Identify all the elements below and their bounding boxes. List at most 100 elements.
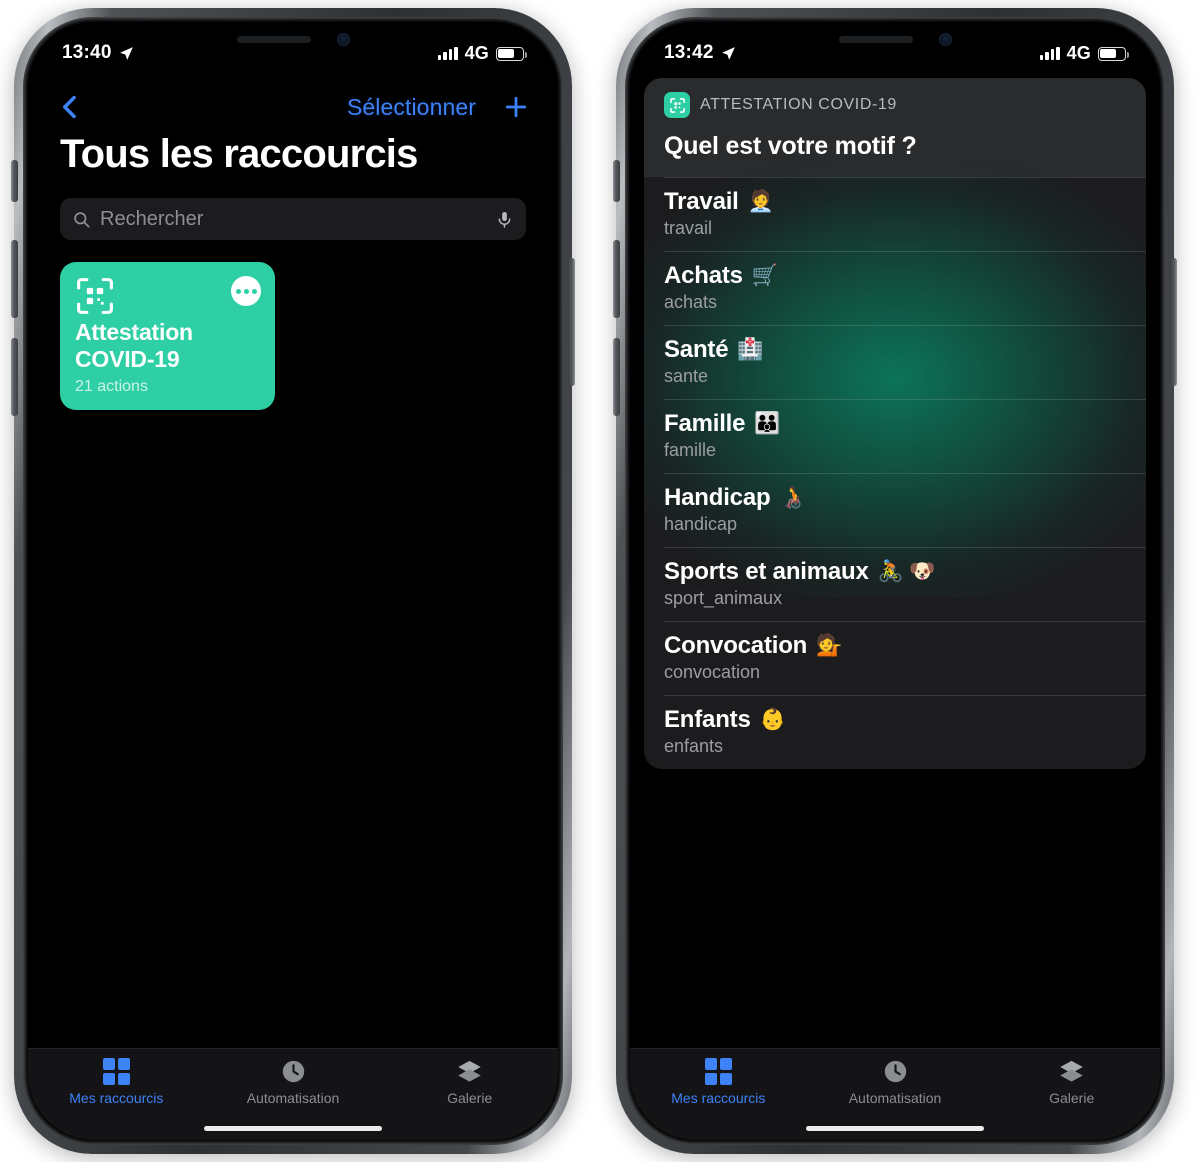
shortcut-more-button[interactable] [231,276,261,306]
option-title: Santé [664,336,729,363]
left-phone-device: 13:40 4G Sélectionner Tous les raccourci… [11,8,575,1154]
option-emoji: 🚴 🐶 [877,560,936,583]
menu-option-famille[interactable]: Famille 👪 famille [644,399,1146,473]
shortcut-title-line2: COVID-19 [75,346,180,373]
silent-switch[interactable] [11,160,18,202]
grid-icon [102,1058,130,1085]
qr-scanner-icon [77,278,113,314]
menu-option-handicap[interactable]: Handicap 🧑‍🦽 handicap [644,473,1146,547]
status-time: 13:42 [664,42,714,63]
option-title: Achats [664,262,743,289]
option-emoji: 🧑‍🦽 [779,486,806,509]
ellipsis-icon [235,288,241,294]
right-phone-device: 13:42 4G ATTESTATION COVID-19 Quel est v… [613,8,1177,1154]
tab-label: Mes raccourcis [69,1090,164,1106]
menu-app-row: ATTESTATION COVID-19 [664,92,1126,118]
layers-icon [1060,1060,1083,1082]
shortcut-action-count: 21 actions [75,378,148,395]
tab-label: Galerie [1049,1090,1095,1106]
option-emoji: 👶 [759,708,786,731]
front-camera-icon [938,32,952,46]
menu-question: Quel est votre motif ? [664,132,917,160]
option-title: Travail [664,188,739,215]
shortcut-card-attestation-covid-19[interactable]: Attestation COVID-19 21 actions [60,262,275,410]
option-emoji: 🏥 [737,338,764,361]
menu-option-travail[interactable]: Travail 🧑‍💼 travail [644,177,1146,251]
notch [788,22,1002,56]
option-title: Handicap [664,484,771,511]
earpiece-speaker-icon [838,35,913,43]
shortcuts-grid: Attestation COVID-19 21 actions [60,262,275,410]
power-button[interactable] [1170,258,1177,386]
menu-header: ATTESTATION COVID-19 Quel est votre moti… [644,78,1146,177]
search-icon [74,211,90,227]
volume-up-button[interactable] [11,240,18,318]
menu-option-enfants[interactable]: Enfants 👶 enfants [644,695,1146,769]
option-title: Sports et animaux [664,558,869,585]
tab-label: Automatisation [848,1090,942,1106]
power-button[interactable] [568,258,575,386]
search-placeholder: Rechercher [100,207,204,230]
option-emoji: 🛒 [751,264,778,287]
left-phone-screen: 13:40 4G Sélectionner Tous les raccourci… [28,22,558,1140]
option-emoji: 💁 [816,634,843,657]
volume-down-button[interactable] [613,338,620,416]
menu-app-name: ATTESTATION COVID-19 [700,96,897,113]
shortcut-title-line1: Attestation [75,318,193,345]
shortcut-card-title: Attestation COVID-19 [75,319,260,374]
page-title: Tous les raccourcis [60,132,418,176]
status-time: 13:40 [62,42,112,63]
option-value: enfants [664,736,724,756]
tab-automatisation[interactable]: Automatisation [807,1058,984,1106]
tab-label: Automatisation [246,1090,340,1106]
home-indicator[interactable] [204,1126,382,1131]
menu-option-label: Famille 👪 [664,410,1126,438]
network-type: 4G [464,43,489,63]
tab-mes-raccourcis[interactable]: Mes raccourcis [28,1058,205,1106]
battery-icon [496,46,528,61]
select-button[interactable]: Sélectionner [347,94,476,121]
menu-option-sante[interactable]: Santé 🏥 sante [644,325,1146,399]
menu-option-convocation[interactable]: Convocation 💁 convocation [644,621,1146,695]
search-input[interactable]: Rechercher [60,198,526,240]
menu-option-achats[interactable]: Achats 🛒 achats [644,251,1146,325]
menu-option-label: Handicap 🧑‍🦽 [664,484,1126,512]
grid-icon [704,1058,732,1085]
option-title: Enfants [664,706,751,733]
option-title: Famille [664,410,746,437]
menu-option-label: Santé 🏥 [664,336,1126,364]
menu-option-label: Travail 🧑‍💼 [664,188,1126,216]
option-value: famille [664,440,717,460]
right-phone-bezel: 13:42 4G ATTESTATION COVID-19 Quel est v… [625,17,1165,1145]
plus-icon[interactable] [502,93,530,121]
option-value: convocation [664,662,761,682]
clock-icon [884,1060,906,1083]
front-camera-icon [336,32,350,46]
ellipsis-icon [251,288,257,294]
volume-up-button[interactable] [613,240,620,318]
menu-option-label: Achats 🛒 [664,262,1126,290]
volume-down-button[interactable] [11,338,18,416]
home-indicator[interactable] [806,1126,984,1131]
qr-scanner-icon [664,92,690,118]
chevron-left-icon[interactable] [56,93,84,121]
tab-mes-raccourcis[interactable]: Mes raccourcis [630,1058,807,1106]
tab-automatisation[interactable]: Automatisation [205,1058,382,1106]
menu-option-sport-animaux[interactable]: Sports et animaux 🚴 🐶 sport_animaux [644,547,1146,621]
option-value: travail [664,218,713,238]
tab-label: Galerie [447,1090,493,1106]
option-emoji: 🧑‍💼 [747,190,774,213]
location-arrow-icon [721,46,735,60]
silent-switch[interactable] [613,160,620,202]
tab-galerie[interactable]: Galerie [381,1058,558,1106]
microphone-icon[interactable] [495,210,514,229]
menu-option-label: Sports et animaux 🚴 🐶 [664,558,1126,586]
option-value: sport_animaux [664,588,783,608]
option-title: Convocation [664,632,808,659]
tab-galerie[interactable]: Galerie [983,1058,1160,1106]
layers-icon [458,1060,481,1082]
clock-icon [282,1060,304,1083]
menu-option-label: Convocation 💁 [664,632,1126,660]
option-value: sante [664,366,709,386]
battery-icon [1098,46,1130,61]
